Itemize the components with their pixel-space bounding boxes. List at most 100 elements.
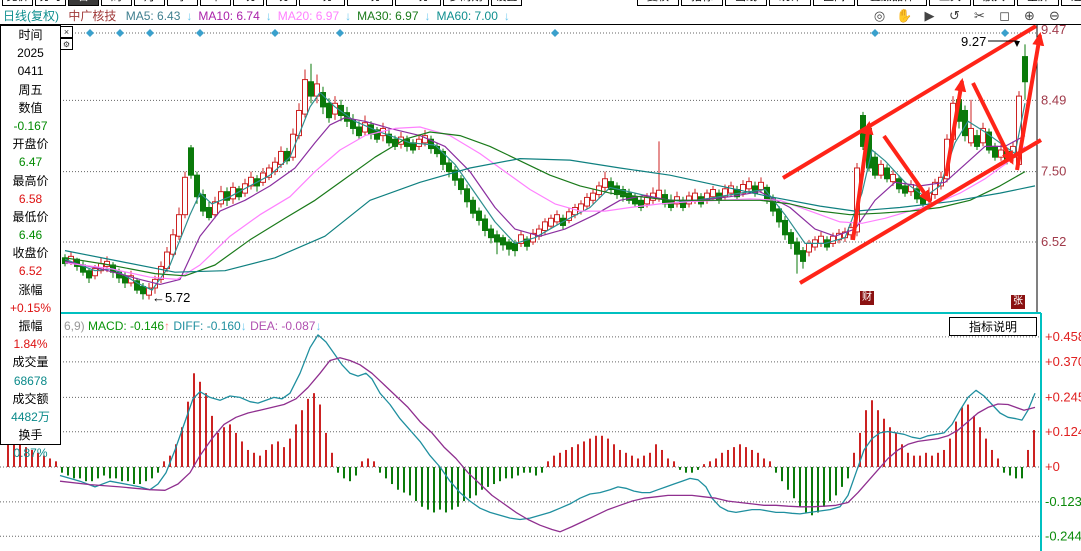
quote-field: -0.167 — [13, 118, 48, 133]
toolbar-tab-60分[interactable]: 60分 — [395, 0, 441, 6]
toolbar-tab-分时[interactable]: 分时 — [35, 0, 66, 6]
dea-value: DEA: -0.087 — [246, 319, 316, 333]
period-label: 日线(复权) — [3, 9, 59, 23]
macd-indicator-header: 6,9) MACD: -0.146↑ DIFF: -0.160↓ DEA: -0… — [64, 319, 321, 333]
ma-down-arrow-icon: ↓ — [424, 9, 431, 23]
quote-field: 振幅 — [18, 319, 43, 333]
toolbar-tab-画线[interactable]: 画线 — [725, 0, 767, 6]
toolbar-tab-年[interactable]: 年 — [200, 0, 231, 6]
chart-canvas[interactable]: 9.478.497.506.52+0.458+0.370+0.245+0.124… — [0, 0, 1081, 551]
quote-field: 周五 — [18, 82, 43, 97]
quote-field: 0.87% — [13, 446, 48, 461]
macd-axis-label: +0.370 — [1045, 354, 1081, 369]
scissors-icon[interactable]: ✂ — [967, 8, 992, 23]
toolbar-tab-退出[interactable]: 退出 — [1061, 0, 1081, 6]
toolbar-tab-多周期[interactable]: 多周期 — [443, 0, 489, 6]
chart-tool-icons: ◎ ✋ ▶ ↺ ✂ ◻ ⊕ ⊖ — [867, 8, 1067, 24]
chart-legend-bar: 日线(复权) 中广核技 MA5: 6.43 ↓ MA10: 6.74 ↓ MA20: 6… — [0, 8, 1081, 25]
price-gridlines — [0, 32, 1037, 243]
toolbar-tab-5分[interactable]: 5分 — [266, 0, 297, 6]
quote-field: 成交额 — [12, 391, 49, 406]
macd-axis-label: +0.458 — [1045, 329, 1081, 344]
stock-app-window: { "toolbar": { "left_tabs": ["竞价","分时","… — [0, 0, 1081, 551]
quote-field: 开盘价 — [12, 137, 49, 152]
zoom-in-icon[interactable]: ⊕ — [1017, 8, 1042, 23]
price-axis-label: 6.52 — [1041, 234, 1066, 249]
quote-info-panel: 时间 2025 0411 周五 数值 -0.167 开盘价 6.47 最高价 6.58 最低价 6.4… — [0, 25, 61, 460]
gear-icon[interactable]: ⚙ — [60, 38, 73, 50]
zoom-out-icon[interactable]: ⊖ — [1042, 8, 1067, 23]
quote-field: 换手 — [18, 428, 43, 443]
toolbar-tab-30分[interactable]: 30分 — [347, 0, 393, 6]
close-icon[interactable]: × — [60, 26, 73, 38]
low-price-marker: ←5.72 — [152, 290, 190, 305]
high-price-marker: 9.27 — [961, 34, 986, 49]
quote-field: 收盘价 — [12, 246, 49, 261]
toolbar-tab-1分[interactable]: 1分 — [233, 0, 264, 6]
trend-channel-line[interactable] — [798, 138, 1043, 285]
diff-value: DIFF: -0.160 — [170, 319, 241, 333]
toolbar-tab-区间[interactable]: 区间 — [813, 0, 855, 6]
quote-field: 最高价 — [12, 173, 49, 188]
stock-name: 中广核技 — [68, 9, 117, 23]
indicator-help-button[interactable]: 指标说明 — [949, 317, 1037, 336]
quote-field: 6.52 — [18, 264, 43, 279]
toolbar-tab-工具[interactable]: 工具 — [929, 0, 971, 6]
macd-axis-label: +0 — [1045, 459, 1060, 474]
quote-field: 4482万 — [11, 409, 50, 424]
undo-icon[interactable]: ↺ — [942, 8, 967, 23]
top-toolbar: 竞价分时日周月季年1分5分15分30分60分多周期设置 复权指标画线统计区间叠加品… — [0, 0, 1081, 8]
news-seal-zhang[interactable]: 张 — [1011, 295, 1025, 309]
ma-down-arrow-icon: ↓ — [186, 9, 193, 23]
macd-axis-label: +0.124 — [1045, 424, 1081, 439]
toolbar-tab-复权[interactable]: 复权 — [637, 0, 679, 6]
ma-legend-item: MA5: 6.43 — [125, 9, 181, 23]
macd-axis-label: +0.245 — [1045, 389, 1081, 404]
quote-field: 2025 — [17, 46, 44, 61]
toolbar-tab-竞价[interactable]: 竞价 — [2, 0, 33, 6]
toolbar-tab-叠加品种[interactable]: 叠加品种 — [857, 0, 927, 6]
news-seal-cai[interactable]: 财 — [860, 291, 874, 305]
ma-down-arrow-icon: ↓ — [503, 9, 510, 23]
toolbar-tab-日[interactable]: 日 — [68, 0, 99, 6]
ma-legend-item: MA30: 6.97 — [357, 9, 419, 23]
ma-legend-item: MA10: 6.74 — [198, 9, 260, 23]
ma-down-arrow-icon: ↓ — [345, 9, 352, 23]
quote-field: +0.15% — [9, 300, 52, 315]
toolbar-tab-季[interactable]: 季 — [167, 0, 198, 6]
price-axis-label: 7.50 — [1041, 164, 1066, 179]
macd-histogram — [7, 373, 1035, 516]
quote-field: 时间 — [18, 28, 43, 42]
quote-field: 成交量 — [12, 355, 49, 370]
macd-params: 6,9) — [64, 319, 85, 333]
trend-arrow[interactable] — [944, 77, 967, 177]
quote-field: 6.47 — [18, 155, 43, 170]
toolbar-tab-15分[interactable]: 15分 — [299, 0, 345, 6]
toolbar-tab-放大[interactable]: 放大 — [973, 0, 1015, 6]
ma-line-MA5 — [64, 91, 1026, 291]
toolbar-tab-月[interactable]: 月 — [134, 0, 165, 6]
ma-legend: MA5: 6.43 ↓ MA10: 6.74 ↓ MA20: 6.97 ↓ MA30: 6.… — [126, 9, 516, 23]
play-icon[interactable]: ▶ — [917, 8, 942, 23]
macd-value: MACD: -0.146 — [84, 319, 165, 333]
quote-field: 6.46 — [18, 228, 43, 243]
toolbar-tab-指标[interactable]: 指标 — [681, 0, 723, 6]
quote-field: 68678 — [13, 373, 48, 388]
quote-field: 最低价 — [12, 209, 49, 224]
ma-legend-item: MA60: 7.00 — [436, 9, 498, 23]
toolbar-tab-统计[interactable]: 统计 — [769, 0, 811, 6]
quote-field: 1.84% — [13, 337, 48, 352]
toolbar-tab-全屏[interactable]: 全屏 — [1017, 0, 1059, 6]
quote-field: 0411 — [17, 64, 44, 79]
ma-legend-item: MA20: 6.97 — [277, 9, 340, 23]
toolbar-tab-设置[interactable]: 设置 — [491, 0, 522, 6]
dea-down-arrow-icon: ↓ — [315, 319, 322, 333]
quote-field: 涨幅 — [18, 282, 43, 297]
frame-icon[interactable]: ◻ — [992, 8, 1017, 23]
crosshair-icon[interactable]: ◎ — [867, 8, 892, 23]
hand-pan-icon[interactable]: ✋ — [892, 8, 917, 23]
quote-field: 数值 — [18, 100, 43, 115]
macd-axis-label: -0.123 — [1045, 494, 1081, 509]
ma-down-arrow-icon: ↓ — [265, 9, 272, 23]
toolbar-tab-周[interactable]: 周 — [101, 0, 132, 6]
